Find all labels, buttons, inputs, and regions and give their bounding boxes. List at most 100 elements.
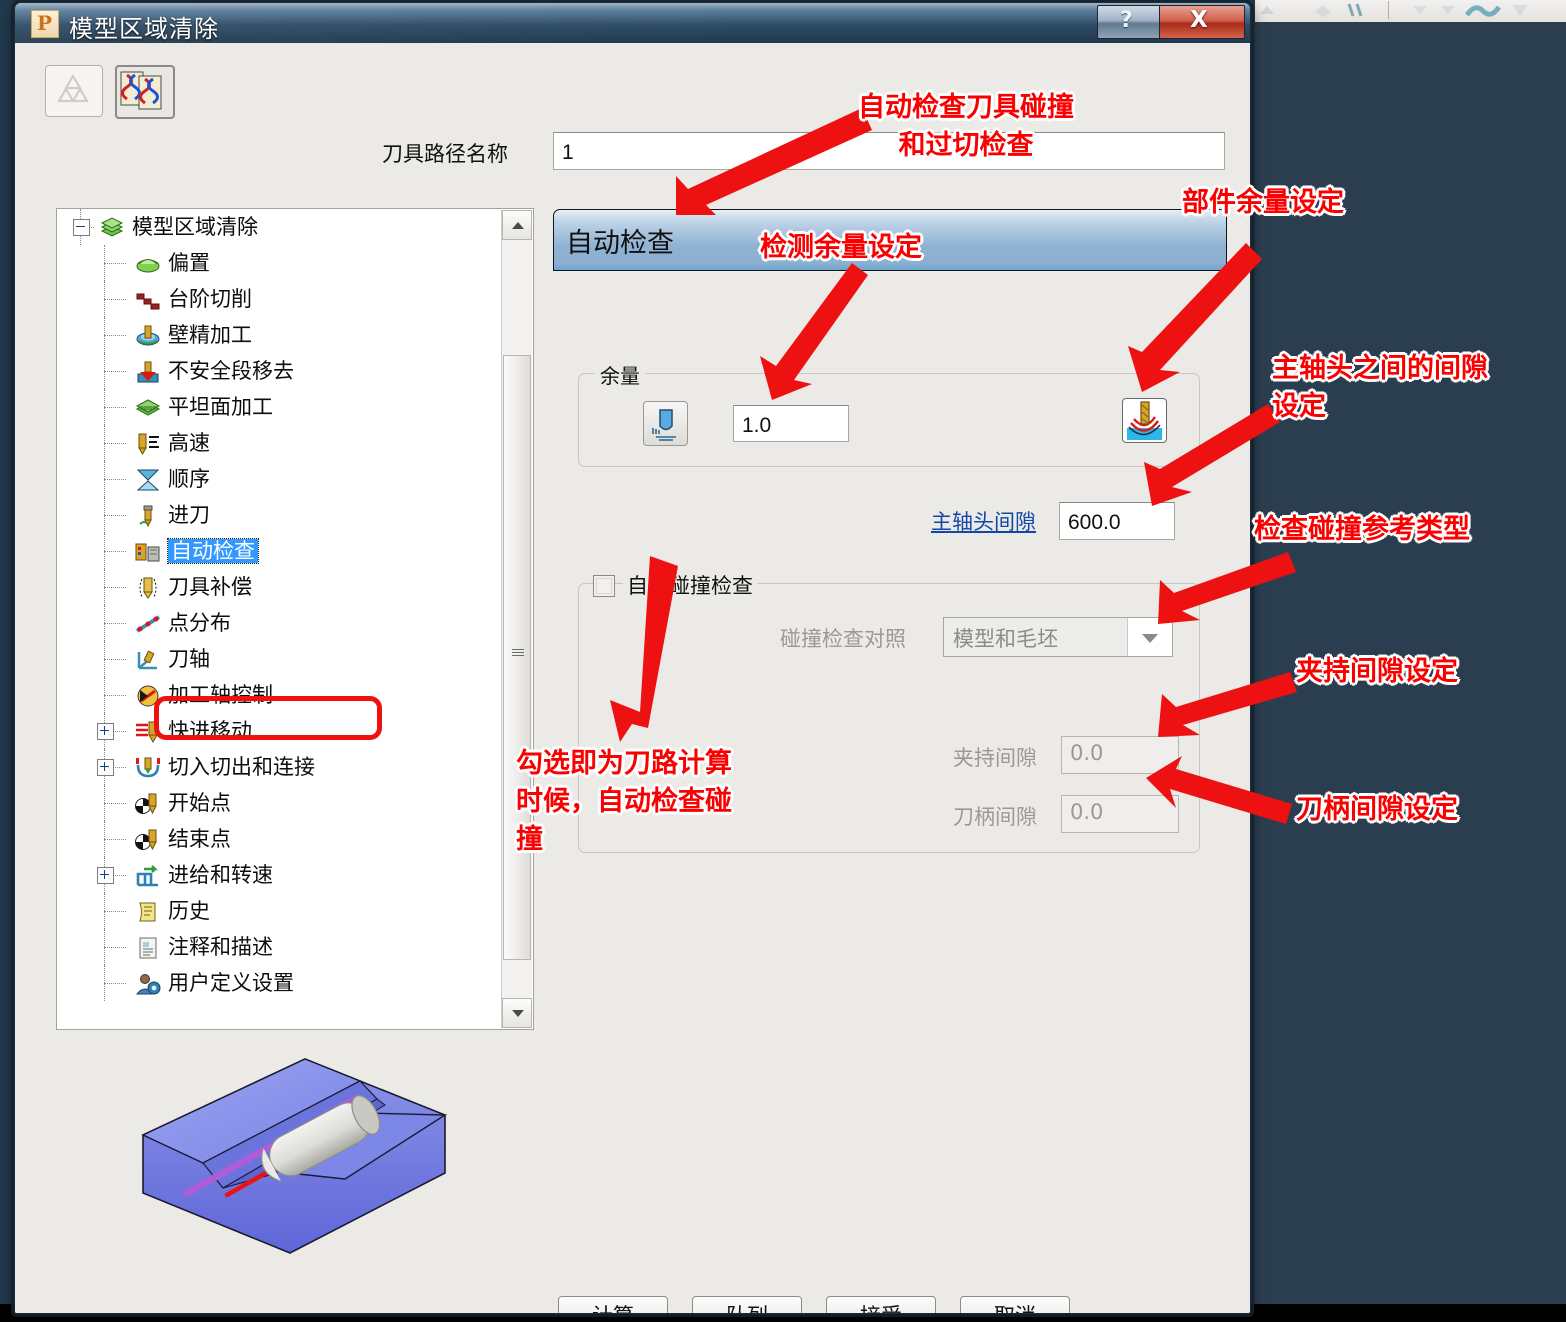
tree-item-label: 加工轴控制 bbox=[168, 683, 273, 707]
toolbar-icon-4 bbox=[1413, 6, 1427, 15]
dialog-client-area: 刀具路径名称 模型区域清除偏置台阶切削壁精加工不安全段移去平坦面加工高速顺序进刀… bbox=[15, 43, 1250, 1313]
tree-item-15[interactable]: 切入切出和连接 bbox=[57, 749, 502, 785]
accept-button[interactable]: 接受 bbox=[826, 1296, 936, 1313]
tree-item-20[interactable]: 注释和描述 bbox=[57, 929, 502, 965]
settings-tree-panel[interactable]: 模型区域清除偏置台阶切削 壁精加工 不安全段移去 平坦面加工高速顺序 进刀自动检查刀具补… bbox=[56, 208, 534, 1030]
panel-header-title: 自动检查 bbox=[566, 228, 674, 259]
calculate-button[interactable]: 计算 bbox=[558, 1296, 668, 1313]
part-allowance-button[interactable] bbox=[1122, 398, 1167, 443]
collision-reference-select[interactable]: 模型和毛坯 bbox=[943, 617, 1173, 657]
toolpath-preview-icon bbox=[120, 71, 162, 110]
tool-comp-icon bbox=[135, 574, 161, 599]
tree-item-11[interactable]: 点分布 bbox=[57, 605, 502, 641]
tree-item-18[interactable]: 进给和转速 bbox=[57, 857, 502, 893]
tree-item-19[interactable]: 历史 bbox=[57, 893, 502, 929]
scroll-up-arrow-icon[interactable] bbox=[502, 210, 532, 240]
background-toolbar bbox=[1255, 0, 1566, 23]
tree-item-content: 结束点 bbox=[135, 821, 231, 857]
tree-item-8[interactable]: 进刀 bbox=[57, 497, 502, 533]
start-point-icon bbox=[135, 790, 161, 815]
dialog-toolstrip: 刀具路径名称 bbox=[15, 43, 1250, 170]
scrollbar-grip-icon bbox=[512, 649, 524, 658]
tree-item-2[interactable]: 台阶切削 bbox=[57, 281, 502, 317]
cancel-button[interactable]: 取消 bbox=[960, 1296, 1070, 1313]
offset-icon bbox=[135, 250, 161, 273]
dialog-titlebar[interactable]: P 模型区域清除 ? X bbox=[15, 3, 1250, 44]
close-button[interactable]: X bbox=[1159, 5, 1245, 39]
tree-item-21[interactable]: 用户定义设置 bbox=[57, 965, 502, 1001]
toolbar-separator bbox=[1388, 1, 1389, 19]
tree-item-7[interactable]: 顺序 bbox=[57, 461, 502, 497]
tree-item-3[interactable]: 壁精加工 bbox=[57, 317, 502, 353]
rapid-move-icon bbox=[135, 718, 161, 744]
tree-connector-line bbox=[104, 983, 126, 984]
tree-item-14[interactable]: 快进移动 bbox=[57, 713, 502, 749]
tree-item-12[interactable]: 刀轴 bbox=[57, 641, 502, 677]
toolbar-icon-5 bbox=[1441, 6, 1455, 15]
tree-item-content: 刀具补偿 bbox=[135, 569, 252, 605]
tree-scrollbar[interactable] bbox=[501, 210, 532, 1028]
tree-item-9[interactable]: 自动检查 bbox=[57, 533, 502, 569]
shank-clearance-input[interactable]: 0.0 bbox=[1061, 795, 1179, 833]
tree-connector-line bbox=[104, 623, 126, 624]
allowance-input[interactable] bbox=[733, 405, 849, 442]
tree-item-4[interactable]: 不安全段移去 bbox=[57, 353, 502, 389]
help-icon: ? bbox=[1120, 8, 1133, 33]
tree-item-5[interactable]: 平坦面加工 bbox=[57, 389, 502, 425]
toolpath-3d-preview bbox=[141, 1058, 448, 1254]
tree-item-label: 快进移动 bbox=[168, 719, 252, 743]
auto-collision-check-label: 自动碰撞检查 bbox=[623, 570, 757, 600]
tree-item-17[interactable]: 结束点 bbox=[57, 821, 502, 857]
tree-item-16[interactable]: 开始点 bbox=[57, 785, 502, 821]
tree-expand-icon[interactable] bbox=[97, 759, 114, 776]
tree-connector-line bbox=[104, 407, 126, 408]
toolpath-preview-button[interactable] bbox=[115, 65, 175, 119]
spindle-clearance-label[interactable]: 主轴头间隙 bbox=[931, 506, 1036, 536]
scrollbar-thumb[interactable] bbox=[503, 355, 531, 960]
queue-button[interactable]: 队列 bbox=[692, 1296, 802, 1313]
chevron-down-icon[interactable] bbox=[1127, 618, 1172, 656]
collision-reference-value: 模型和毛坯 bbox=[953, 627, 1058, 651]
tree-item-13[interactable]: 加工轴控制 bbox=[57, 677, 502, 713]
spindle-clearance-input[interactable] bbox=[1059, 502, 1175, 540]
holder-clearance-value: 0.0 bbox=[1070, 741, 1104, 765]
tree-connector-line bbox=[104, 263, 126, 264]
dialog-title: 模型区域清除 bbox=[69, 15, 219, 43]
tree-item-10[interactable]: 刀具补偿 bbox=[57, 569, 502, 605]
holder-clearance-input[interactable]: 0.0 bbox=[1061, 736, 1179, 774]
holder-clearance-label: 夹持间隙 bbox=[953, 746, 1037, 770]
app-icon-letter: P bbox=[37, 11, 53, 35]
tree-item-content: 注释和描述 bbox=[135, 929, 273, 965]
shank-clearance-value: 0.0 bbox=[1070, 800, 1104, 824]
tree-item-label: 高速 bbox=[168, 431, 210, 455]
tree-item-content: 台阶切削 bbox=[135, 281, 252, 317]
tree-item-0[interactable]: 模型区域清除 bbox=[57, 209, 502, 245]
shank-clearance-label: 刀柄间隙 bbox=[953, 805, 1037, 829]
auto-collision-check-checkbox[interactable] bbox=[593, 575, 615, 597]
recycle-button[interactable] bbox=[45, 65, 103, 117]
tree-connector-line bbox=[104, 515, 126, 516]
app-icon: P bbox=[31, 10, 59, 38]
tree-item-content: 点分布 bbox=[135, 605, 231, 641]
tree-connector-line bbox=[104, 947, 126, 948]
tree-item-6[interactable]: 高速 bbox=[57, 425, 502, 461]
tree-item-content: 历史 bbox=[135, 893, 210, 929]
tree-item-label: 点分布 bbox=[168, 611, 231, 635]
tree-item-content: 平坦面加工 bbox=[135, 389, 273, 425]
tree-collapse-icon[interactable] bbox=[73, 219, 90, 236]
tree-item-label: 自动检查 bbox=[167, 538, 259, 564]
order-icon bbox=[135, 466, 161, 491]
thickness-button[interactable] bbox=[643, 401, 688, 446]
tree-item-label: 历史 bbox=[168, 899, 210, 923]
tree-connector-line bbox=[104, 695, 126, 696]
tree-item-1[interactable]: 偏置 bbox=[57, 245, 502, 281]
tree-connector-line bbox=[104, 299, 126, 300]
tree-expand-icon[interactable] bbox=[97, 723, 114, 740]
tree-item-label: 偏置 bbox=[168, 251, 210, 275]
scroll-down-arrow-icon[interactable] bbox=[502, 998, 532, 1028]
tree-item-content: 不安全段移去 bbox=[135, 353, 294, 389]
toolpath-name-input[interactable] bbox=[553, 132, 1225, 170]
help-button[interactable]: ? bbox=[1097, 5, 1161, 39]
tree-expand-icon[interactable] bbox=[97, 867, 114, 884]
high-speed-icon bbox=[135, 430, 161, 455]
